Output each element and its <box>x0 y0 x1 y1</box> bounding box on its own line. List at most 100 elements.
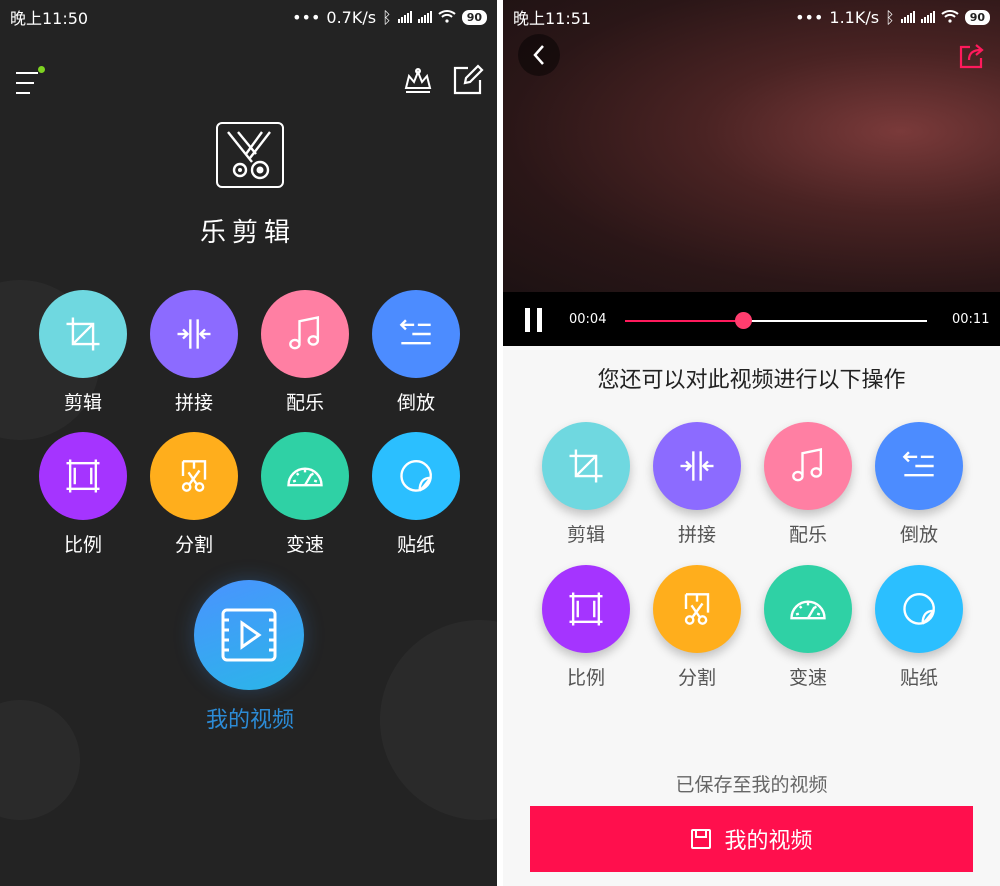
video-play-icon <box>221 608 277 662</box>
tool-trim[interactable]: 剪辑 <box>531 422 641 547</box>
split-cut-icon <box>675 587 719 631</box>
background-bokeh <box>380 620 497 820</box>
tool-split[interactable]: 分割 <box>642 565 752 690</box>
tool-trim-circle[interactable] <box>542 422 630 510</box>
tool-speed-circle[interactable] <box>261 432 349 520</box>
tool-reverse-label: 倒放 <box>396 392 435 414</box>
status-dots: ••• <box>795 7 824 27</box>
tool-split[interactable]: 分割 <box>139 432 249 557</box>
tool-split-label: 分割 <box>174 534 213 556</box>
tool-reverse-circle[interactable] <box>875 422 963 510</box>
edit-icon[interactable] <box>452 64 484 96</box>
menu-icon[interactable] <box>16 70 40 96</box>
tool-merge-label: 拼接 <box>677 524 716 546</box>
home-screen: 晚上11:50 ••• 0.7K/s ᛒ 90 乐剪辑 剪辑 拼接 配乐 倒放 … <box>0 0 497 886</box>
share-icon <box>959 44 984 69</box>
tool-ratio-circle[interactable] <box>542 565 630 653</box>
tool-speed[interactable]: 变速 <box>753 565 863 690</box>
merge-icon <box>675 444 719 488</box>
wifi-icon <box>941 8 959 27</box>
save-icon <box>691 829 712 849</box>
tool-ratio-circle[interactable] <box>39 432 127 520</box>
crop-icon <box>564 444 608 488</box>
my-video-button[interactable]: 我的视频 <box>530 806 973 872</box>
current-time: 00:04 <box>569 312 607 327</box>
status-time: 晚上11:50 <box>10 9 89 28</box>
tool-split-circle[interactable] <box>653 565 741 653</box>
tool-trim-circle[interactable] <box>39 290 127 378</box>
signal-icon <box>417 11 432 23</box>
music-note-icon <box>786 444 830 488</box>
tool-merge[interactable]: 拼接 <box>139 290 249 415</box>
tool-music[interactable]: 配乐 <box>250 290 360 415</box>
tool-ratio[interactable]: 比例 <box>531 565 641 690</box>
speedometer-icon <box>283 454 327 498</box>
tool-music-circle[interactable] <box>261 290 349 378</box>
seek-bar-thumb[interactable] <box>734 312 752 329</box>
split-cut-icon <box>172 454 216 498</box>
reverse-icon <box>897 444 941 488</box>
pause-button[interactable] <box>525 308 545 332</box>
tool-merge-label: 拼接 <box>174 392 213 414</box>
tool-speed-label: 变速 <box>788 667 827 689</box>
seek-bar[interactable] <box>625 312 927 329</box>
tool-sticker-circle[interactable] <box>372 432 460 520</box>
tool-ratio[interactable]: 比例 <box>28 432 138 557</box>
my-video-button[interactable] <box>194 580 304 690</box>
bluetooth-icon: ᛒ <box>885 7 895 27</box>
tool-speed[interactable]: 变速 <box>250 432 360 557</box>
tool-speed-circle[interactable] <box>764 565 852 653</box>
tool-sticker-circle[interactable] <box>875 565 963 653</box>
bluetooth-icon: ᛒ <box>382 7 392 27</box>
tool-music-circle[interactable] <box>764 422 852 510</box>
video-preview[interactable] <box>503 0 1000 292</box>
tool-music[interactable]: 配乐 <box>753 422 863 547</box>
tool-sticker[interactable]: 贴纸 <box>864 565 974 690</box>
sticker-icon <box>897 587 941 631</box>
my-video-label[interactable]: 我的视频 <box>150 702 350 734</box>
tool-sticker-label: 贴纸 <box>396 534 435 556</box>
tool-music-label: 配乐 <box>788 524 827 546</box>
tool-reverse[interactable]: 倒放 <box>361 290 471 415</box>
tool-merge-circle[interactable] <box>653 422 741 510</box>
tool-sticker[interactable]: 贴纸 <box>361 432 471 557</box>
tool-music-label: 配乐 <box>285 392 324 414</box>
tool-ratio-label: 比例 <box>566 667 605 689</box>
sticker-icon <box>394 454 438 498</box>
battery-indicator: 90 <box>964 9 990 25</box>
network-speed: 1.1K/s <box>829 7 880 27</box>
my-video-button-label: 我的视频 <box>724 829 813 854</box>
saved-message: 已保存至我的视频 <box>675 774 828 796</box>
wifi-icon <box>438 8 456 27</box>
tool-trim-label: 剪辑 <box>63 392 102 414</box>
tool-reverse-circle[interactable] <box>372 290 460 378</box>
merge-icon <box>172 312 216 356</box>
tool-merge-circle[interactable] <box>150 290 238 378</box>
crown-icon[interactable] <box>402 64 434 96</box>
aspect-ratio-icon <box>564 587 608 631</box>
tool-merge[interactable]: 拼接 <box>642 422 752 547</box>
tool-split-circle[interactable] <box>150 432 238 520</box>
tool-reverse[interactable]: 倒放 <box>864 422 974 547</box>
player-controls: 00:04 00:11 <box>503 292 1000 346</box>
status-dots: ••• <box>292 7 321 27</box>
result-screen: 晚上11:51 ••• 1.1K/s ᛒ 90 00:04 00:11 您还可以… <box>503 0 1000 886</box>
tool-trim[interactable]: 剪辑 <box>28 290 138 415</box>
share-button[interactable] <box>958 42 986 70</box>
tool-split-label: 分割 <box>677 667 716 689</box>
signal-icon <box>920 11 935 23</box>
tool-sticker-label: 贴纸 <box>899 667 938 689</box>
tool-reverse-label: 倒放 <box>899 524 938 546</box>
music-note-icon <box>283 312 327 356</box>
total-time: 00:11 <box>952 312 990 327</box>
battery-indicator: 90 <box>461 9 487 25</box>
status-time: 晚上11:51 <box>513 9 592 28</box>
aspect-ratio-icon <box>61 454 105 498</box>
network-speed: 0.7K/s <box>326 7 377 27</box>
back-button[interactable] <box>518 34 560 76</box>
status-bar: 晚上11:50 ••• 0.7K/s ᛒ 90 <box>0 0 497 34</box>
app-logo <box>216 122 284 188</box>
operations-title: 您还可以对此视频进行以下操作 <box>597 368 906 393</box>
tool-ratio-label: 比例 <box>63 534 102 556</box>
status-bar: 晚上11:51 ••• 1.1K/s ᛒ 90 <box>503 0 1000 34</box>
